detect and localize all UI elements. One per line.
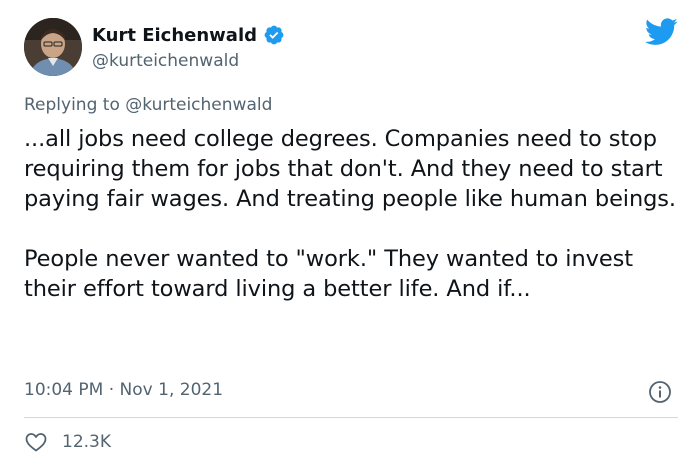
replying-to-handle[interactable]: @kurteichenwald (125, 95, 272, 115)
tweet-timestamp[interactable]: 10:04 PM · Nov 1, 2021 (24, 380, 223, 400)
divider (24, 417, 678, 418)
avatar-photo-icon (24, 18, 82, 76)
like-count: 12.3K (62, 432, 111, 452)
meta-separator: · (108, 380, 115, 400)
info-icon[interactable] (648, 380, 672, 404)
author-name-text[interactable]: Kurt Eichenwald (92, 25, 257, 46)
author-name[interactable]: Kurt Eichenwald (92, 24, 285, 46)
tweet-card: Kurt Eichenwald @kurteichenwald Replying… (0, 0, 700, 471)
tweet-date[interactable]: Nov 1, 2021 (120, 380, 223, 400)
heart-icon[interactable] (24, 430, 48, 454)
replying-to-prefix: Replying to (24, 95, 120, 115)
tweet-time[interactable]: 10:04 PM (24, 380, 103, 400)
tweet-text: ...all jobs need college degrees. Compan… (24, 126, 676, 302)
avatar[interactable] (24, 18, 82, 76)
verified-badge-icon (264, 25, 284, 45)
twitter-bird-icon[interactable] (645, 18, 678, 46)
author-handle[interactable]: @kurteichenwald (92, 51, 239, 71)
like-button[interactable]: 12.3K (24, 430, 111, 454)
replying-to: Replying to @kurteichenwald (24, 95, 272, 115)
